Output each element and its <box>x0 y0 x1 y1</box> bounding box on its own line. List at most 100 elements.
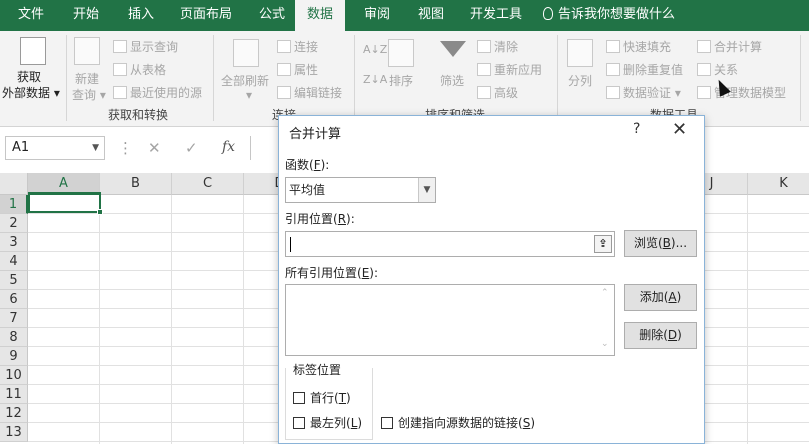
new-query-button[interactable]: 新建 <box>75 70 99 87</box>
browse-button[interactable]: 浏览(B)... <box>624 230 697 257</box>
checkbox-icon[interactable] <box>381 417 393 429</box>
row-header-12[interactable]: 12 <box>0 404 28 423</box>
row-header-7[interactable]: 7 <box>0 309 28 328</box>
show-queries-button[interactable]: 显示查询 <box>113 38 178 55</box>
sort-za-icon[interactable]: Z↓A <box>363 73 387 86</box>
column-header-c[interactable]: C <box>172 173 244 195</box>
from-table-button[interactable]: 从表格 <box>113 61 166 78</box>
lightbulb-icon <box>543 7 553 20</box>
flash-fill-button[interactable]: 快速填充 <box>606 38 671 55</box>
cancel-icon[interactable]: ✕ <box>148 139 161 157</box>
refresh-dropdown-arrow[interactable]: ▾ <box>246 88 252 102</box>
fill-handle[interactable] <box>97 209 103 215</box>
select-all-corner[interactable] <box>0 173 28 195</box>
row-header-5[interactable]: 5 <box>0 271 28 290</box>
function-label: 函数(F): <box>285 158 330 172</box>
enter-check-icon[interactable]: ✓ <box>185 139 198 157</box>
help-icon[interactable]: ? <box>633 121 640 137</box>
filter-button[interactable]: 筛选 <box>440 72 464 89</box>
text-to-columns-button[interactable]: 分列 <box>568 72 592 89</box>
row-header-6[interactable]: 6 <box>0 290 28 309</box>
properties-icon <box>277 63 291 76</box>
add-button[interactable]: 添加(A) <box>624 284 697 311</box>
properties-button[interactable]: 属性 <box>277 61 318 78</box>
insert-function-icon[interactable]: fx <box>222 139 235 155</box>
external-data-icon <box>20 37 46 65</box>
row-header-4[interactable]: 4 <box>0 252 28 271</box>
connections-button[interactable]: 连接 <box>277 38 318 55</box>
new-query-label-2[interactable]: 查询 ▾ <box>72 86 106 103</box>
remove-duplicates-button[interactable]: 删除重复值 <box>606 61 683 78</box>
top-row-checkbox[interactable]: 首行(T) <box>293 389 351 406</box>
tab-6[interactable]: 审阅 <box>362 0 392 31</box>
tab-3[interactable]: 页面布局 <box>178 0 234 31</box>
row-header-3[interactable]: 3 <box>0 233 28 252</box>
row-header-1[interactable]: 1 <box>0 195 28 214</box>
tab-5[interactable]: 数据 <box>295 0 346 31</box>
collapse-dialog-icon[interactable]: ⇪ <box>594 235 612 253</box>
sort-button[interactable]: 排序 <box>389 72 413 89</box>
column-header-b[interactable]: B <box>100 173 172 195</box>
row-header-2[interactable]: 2 <box>0 214 28 233</box>
tab-8[interactable]: 开发工具 <box>468 0 524 31</box>
tab-0[interactable]: 文件 <box>16 0 46 31</box>
scroll-down-icon[interactable]: ⌄ <box>601 339 609 349</box>
get-external-data-label-2[interactable]: 外部数据 ▾ <box>2 84 60 101</box>
clear-button[interactable]: 清除 <box>477 38 518 55</box>
create-links-checkbox[interactable]: 创建指向源数据的链接(S) <box>381 414 535 431</box>
recent-sources-button[interactable]: 最近使用的源 <box>113 84 202 101</box>
active-cell-a1[interactable] <box>28 192 103 215</box>
row-header-8[interactable]: 8 <box>0 328 28 347</box>
tab-2[interactable]: 插入 <box>126 0 156 31</box>
relationships-icon <box>697 63 711 76</box>
tab-7[interactable]: 视图 <box>416 0 446 31</box>
delete-button[interactable]: 删除(D) <box>624 322 697 349</box>
relationships-button[interactable]: 关系 <box>697 61 738 78</box>
edit-links-button[interactable]: 编辑链接 <box>277 84 342 101</box>
name-box[interactable]: A1 ▼ <box>5 136 105 160</box>
advanced-filter-icon <box>477 86 491 99</box>
all-references-list[interactable]: ⌃ ⌄ <box>285 284 615 356</box>
refresh-all-button[interactable]: 全部刷新 <box>221 72 269 89</box>
row-header-10[interactable]: 10 <box>0 366 28 385</box>
checkbox-icon[interactable] <box>293 392 305 404</box>
scroll-up-icon[interactable]: ⌃ <box>601 288 609 298</box>
chevron-down-icon[interactable]: ▼ <box>418 178 435 202</box>
column-header-k[interactable]: K <box>748 173 809 195</box>
ribbon-separator <box>213 35 214 121</box>
data-validation-button[interactable]: 数据验证 ▾ <box>606 84 681 101</box>
ribbon-tab-bar: 告诉我你想要做什么 文件 开始 插入 页面布局 公式 数据 审阅 视图 开发工具 <box>0 0 809 31</box>
row-header-9[interactable]: 9 <box>0 347 28 366</box>
show-queries-icon <box>113 40 127 53</box>
clock-icon <box>113 86 127 99</box>
consolidate-icon <box>697 40 711 53</box>
checkbox-icon[interactable] <box>293 417 305 429</box>
tab-1[interactable]: 开始 <box>71 0 101 31</box>
manage-data-model-button[interactable]: 管理数据模型 <box>697 84 786 101</box>
reapply-button[interactable]: 重新应用 <box>477 61 542 78</box>
advanced-button[interactable]: 高级 <box>477 84 518 101</box>
clear-filter-icon <box>477 40 491 53</box>
more-options-icon: ⋮ <box>118 139 133 157</box>
data-validation-icon <box>606 86 620 99</box>
left-column-checkbox[interactable]: 最左列(L) <box>293 414 362 431</box>
text-to-columns-icon <box>567 39 593 67</box>
chevron-down-icon[interactable]: ▼ <box>92 137 99 159</box>
row-header-13[interactable]: 13 <box>0 423 28 442</box>
group-label-get-transform: 获取和转换 <box>108 108 169 122</box>
flash-fill-icon <box>606 40 620 53</box>
get-external-data-button[interactable]: 获取 <box>17 68 41 85</box>
reference-label: 引用位置(R): <box>285 212 355 226</box>
list-scrollbar[interactable]: ⌃ ⌄ <box>598 285 614 355</box>
close-icon[interactable]: ✕ <box>672 119 687 140</box>
reference-input[interactable]: ⇪ <box>285 231 615 257</box>
function-select[interactable]: 平均值 ▼ <box>285 177 436 203</box>
row-header-11[interactable]: 11 <box>0 385 28 404</box>
consolidate-button[interactable]: 合并计算 <box>697 38 762 55</box>
sort-az-icon[interactable]: A↓Z <box>363 43 387 56</box>
tell-me-box[interactable]: 告诉我你想要做什么 <box>543 0 675 31</box>
tab-4[interactable]: 公式 <box>257 0 287 31</box>
label-position-title: 标签位置 <box>291 361 344 378</box>
text-caret <box>290 237 291 252</box>
tell-me-text: 告诉我你想要做什么 <box>558 7 676 22</box>
